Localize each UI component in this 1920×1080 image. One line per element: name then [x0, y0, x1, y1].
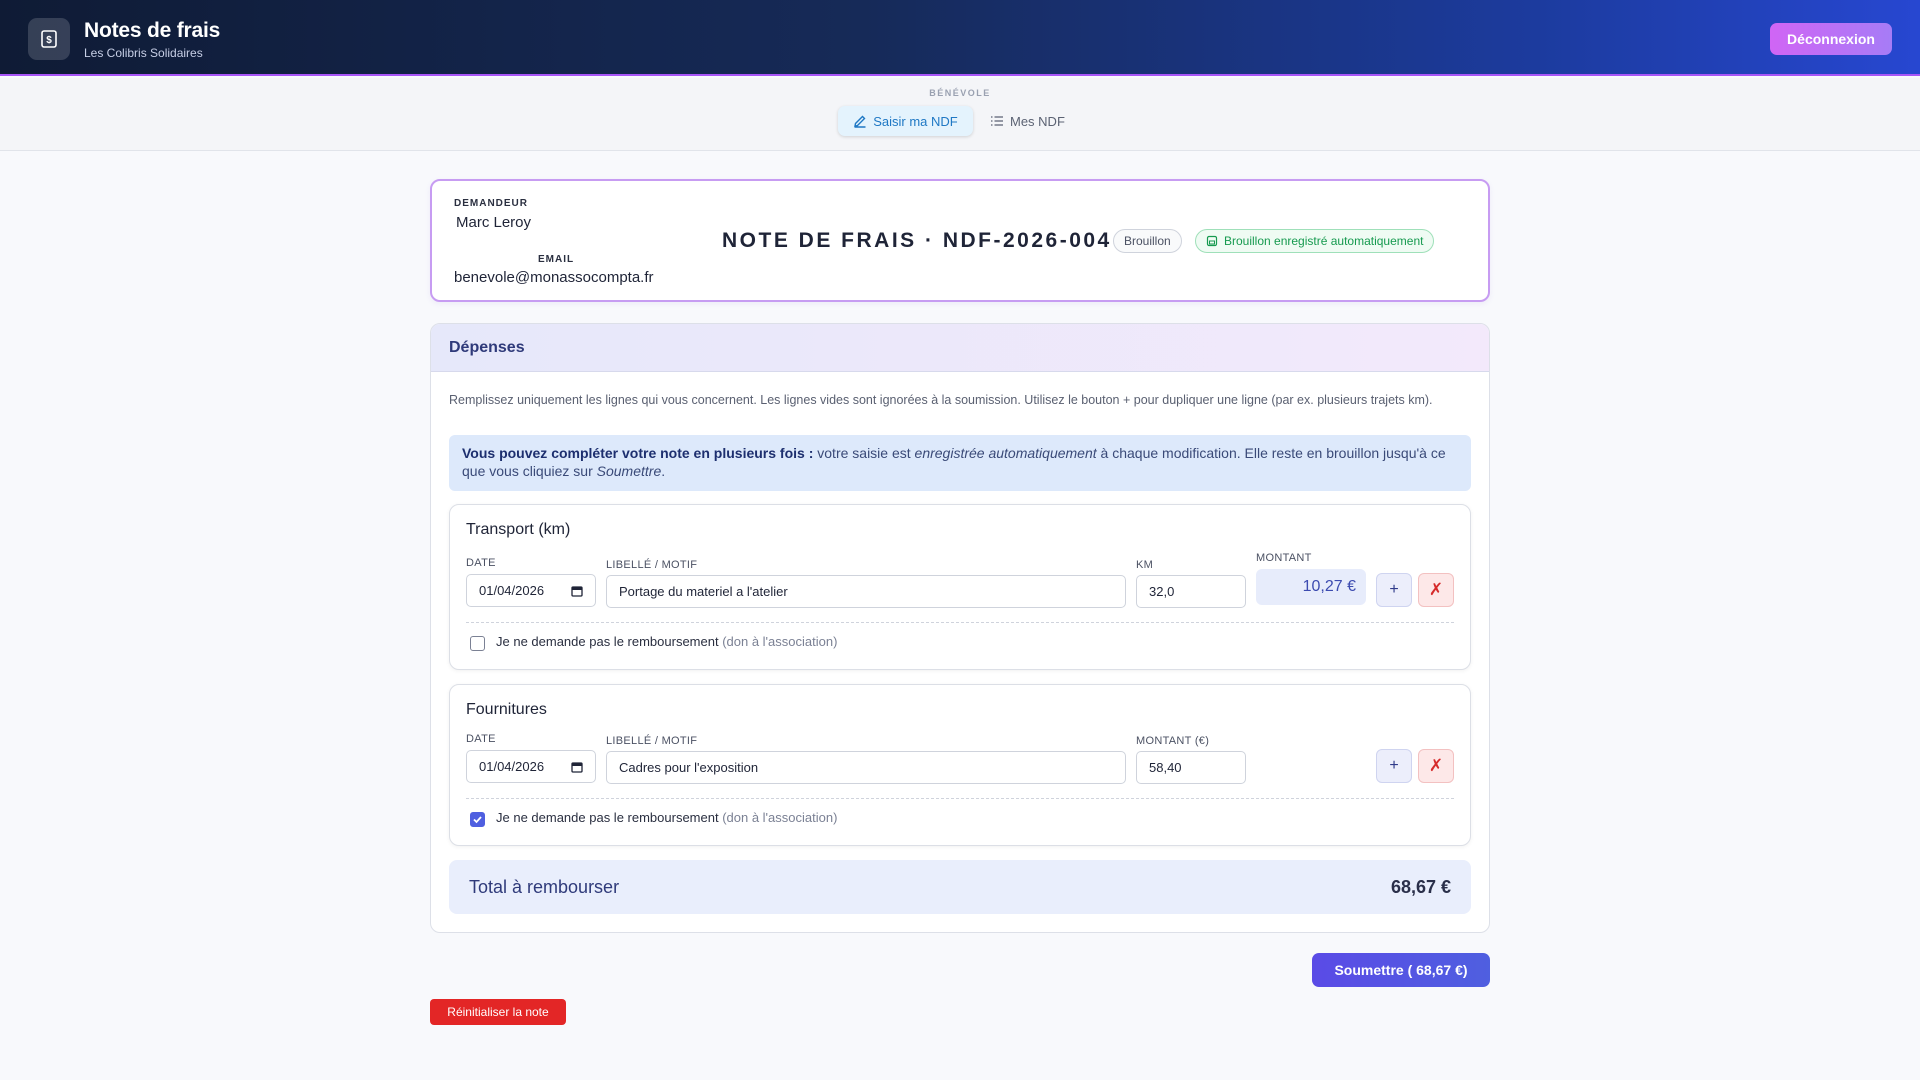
section-title: Transport (km) [466, 521, 571, 538]
autosave-info-banner: Vous pouvez compléter votre note en plus… [449, 435, 1471, 491]
km-label: KM [1136, 559, 1154, 571]
km-input[interactable]: 32,0 [1136, 575, 1246, 608]
info-emphasis: Soumettre [596, 463, 662, 479]
duplicate-line-button[interactable]: + [1376, 749, 1412, 783]
tab-label: Mes NDF [1010, 113, 1065, 129]
total-value: 68,67 € [1390, 877, 1451, 897]
no-refund-label: Je ne demande pas le remboursement (don … [496, 634, 837, 649]
edit-icon [854, 115, 866, 128]
amount-input[interactable]: 58,40 [1136, 751, 1246, 784]
list-icon [991, 116, 1003, 126]
no-refund-text: Je ne demande pas le remboursement [496, 810, 719, 825]
autosave-text: Brouillon enregistré automatiquement [1224, 234, 1424, 248]
tab-mes-ndf[interactable]: Mes NDF [990, 106, 1070, 136]
info-bold: Vous pouvez compléter votre note en plus… [462, 445, 814, 461]
motif-label: LIBELLÉ / MOTIF [606, 559, 698, 571]
date-input[interactable]: 01/04/2026 [466, 574, 596, 607]
submit-button[interactable]: Soumettre ( 68,67 €) [1312, 953, 1490, 987]
no-refund-note: (don à l'association) [718, 810, 838, 825]
no-refund-note: (don à l'association) [718, 634, 838, 649]
supplies-section: Fournitures DATE 01/04/2026 LIBELLÉ / MO… [449, 684, 1471, 846]
date-value: 01/04/2026 [479, 759, 545, 774]
section-title: Fournitures [466, 701, 547, 718]
amount-label: MONTANT (€) [1136, 735, 1210, 747]
divider [466, 798, 1454, 799]
expense-report-header: DEMANDEUR Marc Leroy EMAIL benevole@mona… [430, 179, 1490, 302]
no-refund-label: Je ne demande pas le remboursement (don … [496, 810, 837, 825]
autosave-badge: Brouillon enregistré automatiquement [1195, 229, 1435, 253]
nav-section-label: BÉNÉVOLE [929, 88, 991, 98]
no-refund-checkbox[interactable] [470, 812, 485, 827]
expenses-card: Dépenses Remplissez uniquement les ligne… [430, 323, 1490, 933]
no-refund-text: Je ne demande pas le remboursement [496, 634, 719, 649]
date-label: DATE [466, 733, 496, 745]
transport-section: Transport (km) DATE 01/04/2026 LIBELLÉ /… [449, 504, 1471, 670]
email-label: EMAIL [538, 254, 575, 265]
expenses-help: Remplissez uniquement les lignes qui vou… [449, 393, 1433, 407]
no-refund-checkbox[interactable] [470, 636, 485, 651]
delete-line-button[interactable]: ✗ [1418, 749, 1454, 783]
role-nav: BÉNÉVOLE Saisir ma NDF Mes NDF [0, 78, 1920, 151]
save-icon [1206, 235, 1218, 247]
requester-label: DEMANDEUR [454, 198, 528, 209]
amount-label: MONTANT [1256, 552, 1312, 564]
motif-label: LIBELLÉ / MOTIF [606, 735, 698, 747]
reset-note-button[interactable]: Réinitialiser la note [430, 999, 566, 1025]
organization-name: Les Colibris Solidaires [84, 46, 203, 60]
motif-input[interactable]: Portage du materiel a l'atelier [606, 575, 1126, 608]
calendar-icon[interactable] [571, 585, 583, 597]
info-emphasis: enregistrée automatiquement [914, 445, 1097, 461]
requester-name: Marc Leroy [456, 214, 532, 231]
checkmark-icon [473, 816, 482, 824]
info-text: . [661, 463, 666, 479]
date-value: 01/04/2026 [479, 583, 545, 598]
logout-button[interactable]: Déconnexion [1770, 23, 1892, 55]
info-text: votre saisie est [813, 445, 915, 461]
computed-amount: 10,27 € [1256, 569, 1366, 605]
tab-label: Saisir ma NDF [873, 113, 958, 129]
expenses-title: Dépenses [431, 324, 1489, 372]
total-row: Total à rembourser 68,67 € [449, 860, 1471, 914]
motif-input[interactable]: Cadres pour l'exposition [606, 751, 1126, 784]
app-header: $ Notes de frais Les Colibris Solidaires… [0, 0, 1920, 76]
duplicate-line-button[interactable]: + [1376, 573, 1412, 607]
status-badge: Brouillon [1113, 229, 1182, 253]
report-title: NOTE DE FRAIS · NDF-2026-004 [722, 229, 1112, 252]
delete-line-button[interactable]: ✗ [1418, 573, 1454, 607]
calendar-icon[interactable] [571, 761, 583, 773]
app-title: Notes de frais [84, 19, 221, 42]
requester-email: benevole@monassocompta.fr [454, 269, 654, 286]
divider [466, 622, 1454, 623]
tab-saisir-ndf[interactable]: Saisir ma NDF [838, 106, 973, 136]
date-input[interactable]: 01/04/2026 [466, 750, 596, 783]
date-label: DATE [466, 557, 496, 569]
receipt-icon: $ [28, 18, 70, 60]
total-label: Total à rembourser [469, 877, 620, 897]
svg-text:$: $ [46, 35, 52, 46]
